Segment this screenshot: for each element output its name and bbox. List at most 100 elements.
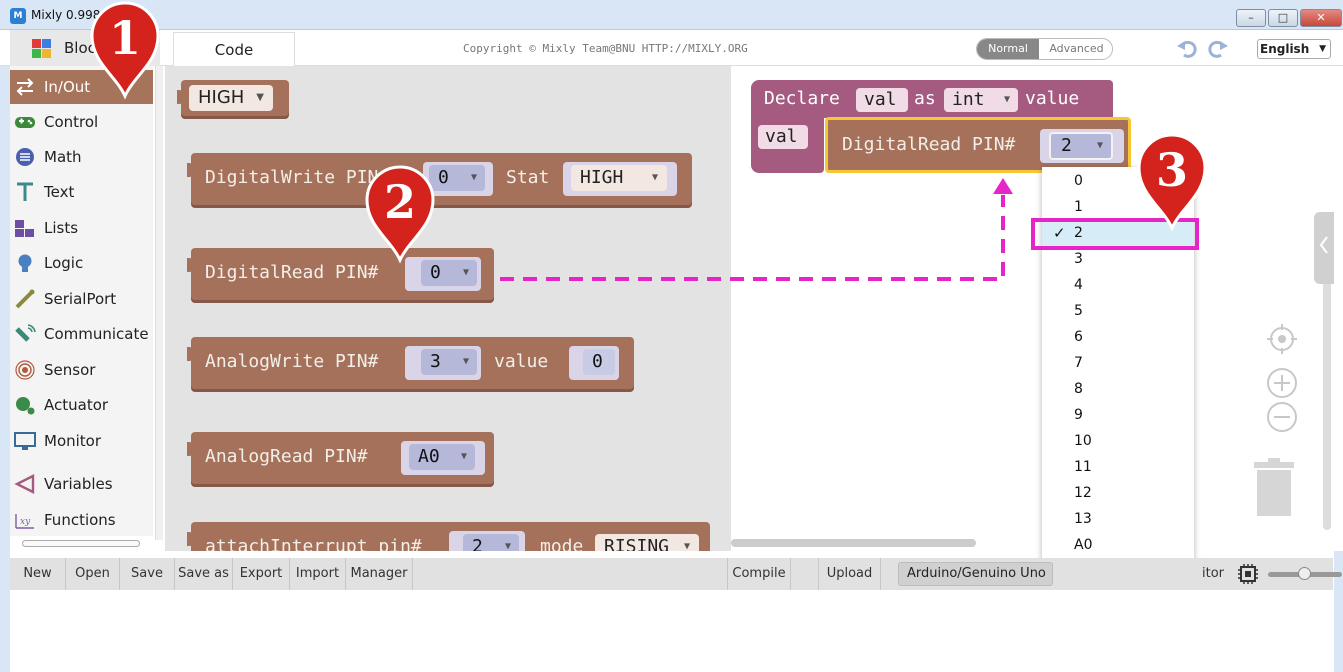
analog-read-block[interactable]: AnalogRead PIN# A0 ▼ (187, 432, 494, 484)
sidebar-scrollbar-vertical[interactable] (155, 66, 163, 540)
menu-item-pin[interactable]: 4 (1042, 272, 1194, 298)
zoom-slider-knob[interactable] (1298, 567, 1311, 580)
workspace-digital-read-label: DigitalRead PIN# (842, 134, 1016, 155)
pin-dropdown[interactable]: 3 ▼ (421, 349, 477, 375)
minimize-button[interactable]: – (1236, 9, 1266, 27)
manager-button[interactable]: Manager (346, 558, 413, 590)
serial-icon (15, 289, 35, 309)
menu-item-pin[interactable]: A0 (1042, 532, 1194, 558)
category-math[interactable]: Math (10, 140, 153, 174)
digital-read-label: DigitalRead PIN# (205, 262, 379, 283)
pin-dropdown[interactable]: 2 ▼ (463, 534, 519, 551)
language-select[interactable]: English ▼ (1257, 39, 1331, 59)
actuator-icon (16, 397, 35, 415)
board-select[interactable]: Arduino/Genuino Uno (898, 562, 1053, 586)
upload-button[interactable]: Upload (819, 558, 881, 590)
mode-advanced-button[interactable]: Advanced (1039, 39, 1112, 59)
sensor-icon (15, 360, 35, 380)
menu-item-pin[interactable]: 12 (1042, 480, 1194, 506)
chevron-down-icon: ▼ (470, 172, 477, 183)
category-variables[interactable]: Variables (10, 467, 153, 501)
output-console[interactable] (10, 590, 1333, 672)
open-button[interactable]: Open (66, 558, 120, 590)
chevron-left-icon (1319, 236, 1328, 254)
workspace-scrollbar-horizontal[interactable] (731, 538, 976, 548)
compile-button[interactable]: Compile (727, 558, 791, 590)
variable-name: val (864, 89, 897, 110)
sidebar-scrollbar-horizontal[interactable] (10, 538, 153, 548)
category-label: Functions (44, 511, 116, 529)
digital-read-block[interactable]: DigitalRead PIN# 0 ▼ (187, 248, 494, 300)
category-sensor[interactable]: Sensor (10, 353, 153, 387)
stat-dropdown[interactable]: HIGH ▼ (571, 165, 667, 191)
trash-icon[interactable] (1250, 458, 1298, 518)
category-communicate[interactable]: Communicate (10, 317, 153, 351)
category-lists[interactable]: Lists (10, 211, 153, 245)
workspace-pin-dropdown[interactable]: 2 ▼ (1049, 132, 1113, 160)
declare-variable-block[interactable]: Declare val as int ▼ value (751, 80, 1113, 118)
menu-item-pin[interactable]: 11 (1042, 454, 1194, 480)
digital-write-block[interactable]: DigitalWrite PIN# 0 ▼ Stat HIGH ▼ (187, 153, 692, 205)
analog-write-block[interactable]: AnalogWrite PIN# 3 ▼ value 0 (187, 337, 634, 389)
close-button[interactable]: ✕ (1300, 9, 1342, 27)
pin-dropdown[interactable]: A0 ▼ (409, 444, 475, 470)
category-control[interactable]: Control (10, 105, 153, 139)
redo-icon[interactable] (1207, 37, 1229, 59)
high-block[interactable]: HIGH ▼ (177, 80, 289, 116)
value-input[interactable]: 0 (583, 349, 615, 375)
serial-monitor-button[interactable]: itor (1202, 558, 1224, 590)
category-label: In/Out (44, 78, 91, 96)
satellite-icon (15, 324, 36, 342)
undo-icon[interactable] (1176, 37, 1198, 59)
menu-item-pin[interactable]: 5 (1042, 298, 1194, 324)
import-button[interactable]: Import (290, 558, 346, 590)
category-functions[interactable]: xy Functions (10, 503, 153, 537)
scrollbar-thumb[interactable] (731, 539, 976, 547)
type-dropdown[interactable]: int ▼ (944, 88, 1018, 112)
header-bar: Bloc Code Copyright © Mixly Team@BNU HTT… (0, 30, 1343, 66)
chevron-down-icon: ▼ (504, 541, 511, 551)
category-label: Communicate (44, 325, 149, 343)
category-label: Math (44, 148, 82, 166)
category-label: Monitor (44, 432, 102, 450)
menu-item-pin[interactable]: 6 (1042, 324, 1194, 350)
tab-code[interactable]: Code (173, 32, 295, 66)
menu-item-pin[interactable]: 7 (1042, 350, 1194, 376)
menu-item-pin[interactable]: 13 (1042, 506, 1194, 532)
variable-name-field[interactable]: val (856, 88, 908, 112)
attach-interrupt-block[interactable]: attachInterrupt pin# 2 ▼ mode RISING ▼ (187, 522, 710, 551)
mode-dropdown[interactable]: RISING ▼ (595, 534, 699, 551)
puzzle-icon (32, 39, 51, 58)
menu-item-pin[interactable]: 9 (1042, 402, 1194, 428)
window-frame-left (0, 30, 10, 672)
toolbar-separator (791, 558, 819, 590)
category-sidebar: In/Out Control Math Text Lists Logic Ser… (10, 66, 153, 536)
save-button[interactable]: Save (120, 558, 175, 590)
high-dropdown[interactable]: HIGH ▼ (189, 85, 273, 111)
export-button[interactable]: Export (233, 558, 290, 590)
annotation-marker-2: 2 (365, 165, 435, 264)
chip-icon[interactable] (1236, 563, 1260, 585)
menu-item-pin[interactable]: 10 (1042, 428, 1194, 454)
category-monitor[interactable]: Monitor (10, 424, 153, 458)
menu-item-pin[interactable]: 8 (1042, 376, 1194, 402)
maximize-button[interactable]: □ (1268, 9, 1298, 27)
pin-value: 2 (472, 536, 483, 551)
scrollbar-thumb[interactable] (22, 540, 140, 547)
category-logic[interactable]: Logic (10, 246, 153, 280)
mode-normal-button[interactable]: Normal (977, 39, 1039, 59)
block-connector (187, 258, 195, 272)
recenter-icon[interactable] (1265, 322, 1299, 356)
category-text[interactable]: Text (10, 175, 153, 209)
chevron-down-icon: ▼ (462, 356, 469, 367)
mode-toggle[interactable]: Normal Advanced (976, 38, 1113, 60)
copyright-text: Copyright © Mixly Team@BNU HTTP://MIXLY.… (463, 42, 748, 55)
category-actuator[interactable]: Actuator (10, 388, 153, 422)
new-button[interactable]: New (10, 558, 66, 590)
workspace-digital-read-block[interactable]: DigitalRead PIN# 2 ▼ (825, 117, 1131, 173)
zoom-in-icon[interactable] (1265, 366, 1299, 400)
svg-text:xy: xy (20, 517, 31, 527)
save-as-button[interactable]: Save as (175, 558, 233, 590)
zoom-out-icon[interactable] (1265, 400, 1299, 434)
category-serialport[interactable]: SerialPort (10, 282, 153, 316)
